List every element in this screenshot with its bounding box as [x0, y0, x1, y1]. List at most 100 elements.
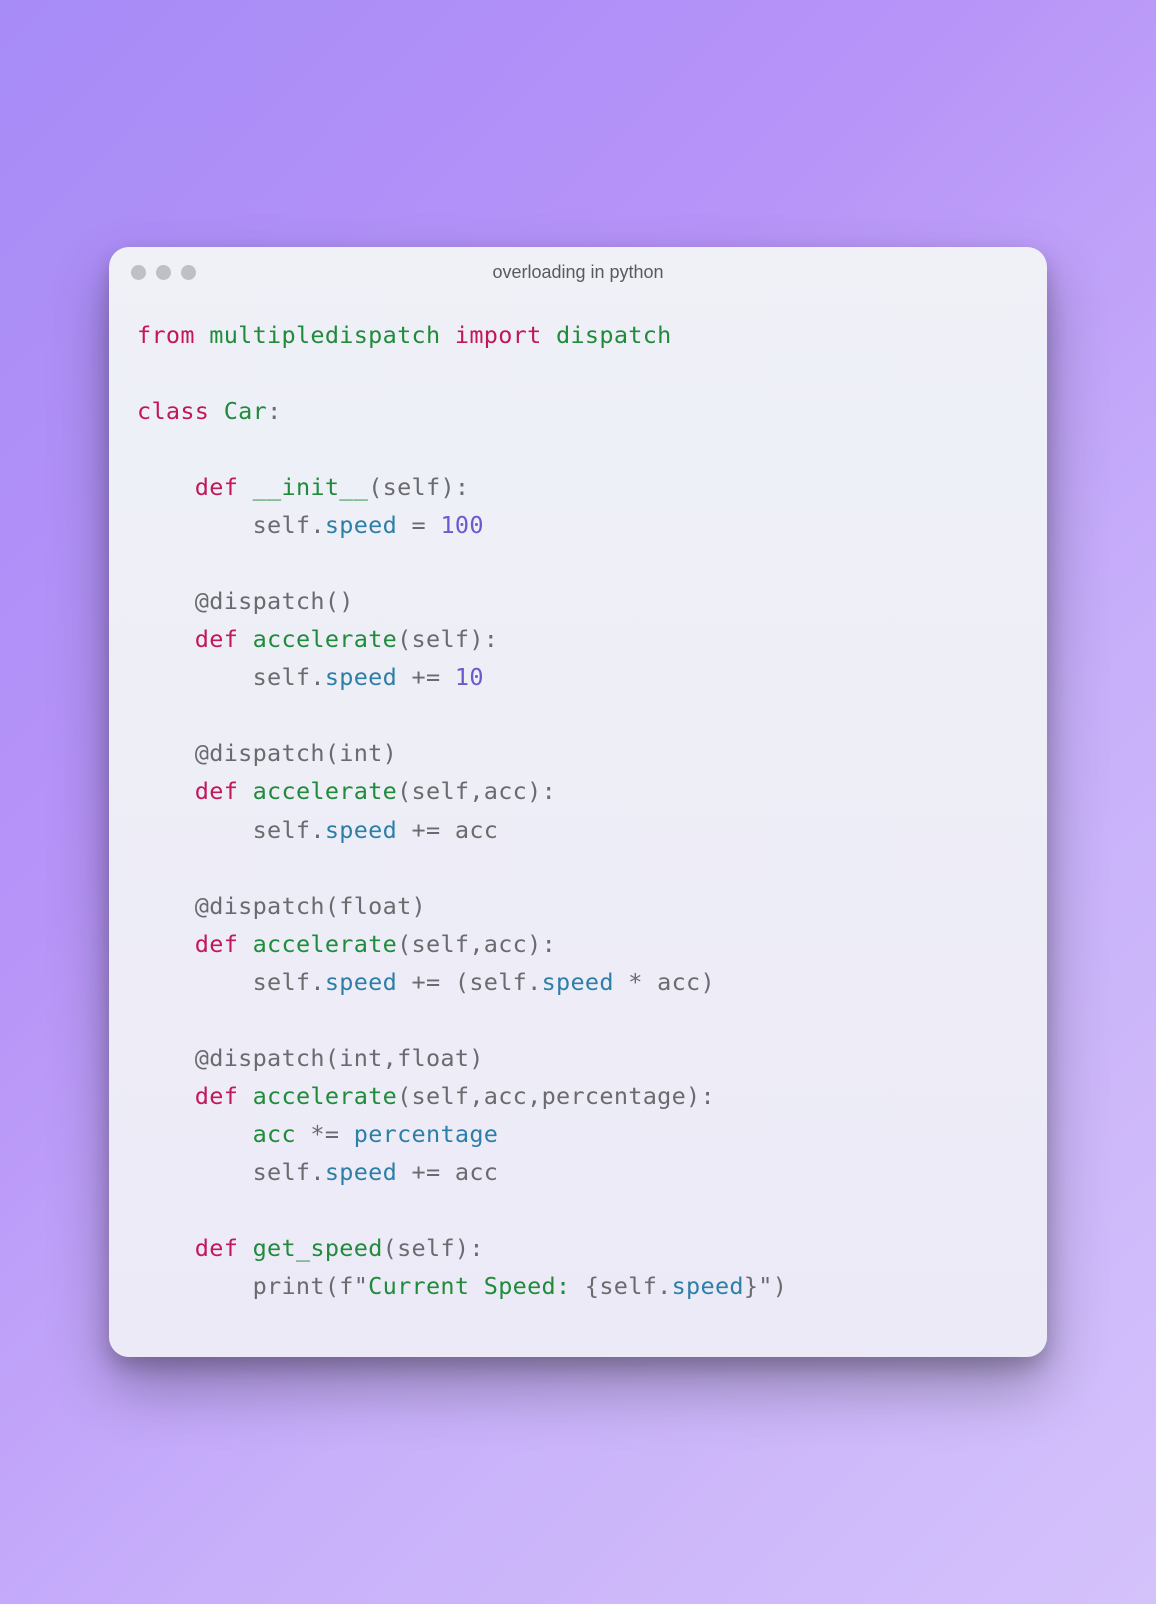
code-line: class Car: [137, 392, 1019, 430]
code-token: speed [325, 663, 397, 691]
code-token: : [267, 397, 281, 425]
code-line: @dispatch() [137, 582, 1019, 620]
code-token: @dispatch(float) [137, 892, 426, 920]
code-token: += [397, 663, 455, 691]
code-token: += acc [397, 816, 498, 844]
code-token: percentage [354, 1120, 498, 1148]
code-token: def [195, 473, 238, 501]
code-token: multipledispatch [209, 321, 440, 349]
code-token: self. [137, 511, 325, 539]
code-token: accelerate [253, 777, 397, 805]
code-line: self.speed += (self.speed * acc) [137, 963, 1019, 1001]
code-token: Car [224, 397, 267, 425]
code-token: @dispatch(int) [137, 739, 397, 767]
code-token [238, 930, 252, 958]
code-token: from [137, 321, 195, 349]
code-token [137, 625, 195, 653]
code-line: acc *= percentage [137, 1115, 1019, 1153]
code-line [137, 1001, 1019, 1039]
code-token [209, 397, 223, 425]
code-line: print(f"Current Speed: {self.speed}") [137, 1267, 1019, 1305]
code-token: import [455, 321, 542, 349]
code-token [137, 930, 195, 958]
close-icon[interactable] [131, 265, 146, 280]
code-line [137, 696, 1019, 734]
code-token: @dispatch() [137, 587, 354, 615]
code-token: speed [325, 1158, 397, 1186]
code-token: speed [542, 968, 614, 996]
code-token: = [397, 511, 440, 539]
code-token [137, 473, 195, 501]
code-line: self.speed += acc [137, 811, 1019, 849]
code-line: self.speed += 10 [137, 658, 1019, 696]
code-token [137, 1082, 195, 1110]
minimize-icon[interactable] [156, 265, 171, 280]
code-token: += acc [397, 1158, 498, 1186]
code-token: 100 [440, 511, 483, 539]
code-token: (self,acc): [397, 777, 556, 805]
code-editor: from multipledispatch import dispatch cl… [109, 298, 1047, 1358]
code-token: dispatch [556, 321, 672, 349]
code-line: @dispatch(float) [137, 887, 1019, 925]
code-line [137, 354, 1019, 392]
code-line: self.speed = 100 [137, 506, 1019, 544]
code-line: self.speed += acc [137, 1153, 1019, 1191]
code-token: (self,acc): [397, 930, 556, 958]
code-token: self. [137, 1158, 325, 1186]
code-line [137, 544, 1019, 582]
code-token [238, 777, 252, 805]
code-line: def accelerate(self): [137, 620, 1019, 658]
code-token [137, 777, 195, 805]
code-token: (self): [397, 625, 498, 653]
code-token: def [195, 625, 238, 653]
code-token [542, 321, 556, 349]
code-token: print(f" [137, 1272, 368, 1300]
code-token: {self. [585, 1272, 672, 1300]
code-line: def accelerate(self,acc,percentage): [137, 1077, 1019, 1115]
code-line [137, 1191, 1019, 1229]
code-token: self. [137, 968, 325, 996]
code-token: accelerate [253, 930, 397, 958]
code-token: __init__ [253, 473, 369, 501]
code-token [137, 1120, 253, 1148]
code-token: self. [137, 816, 325, 844]
code-line [137, 849, 1019, 887]
code-token: accelerate [253, 1082, 397, 1110]
code-token: def [195, 1234, 238, 1262]
code-token: def [195, 930, 238, 958]
code-token [137, 1234, 195, 1262]
code-token: 10 [455, 663, 484, 691]
code-token: class [137, 397, 209, 425]
code-token [238, 473, 252, 501]
code-line [137, 430, 1019, 468]
code-line: @dispatch(int) [137, 734, 1019, 772]
code-token: *= [296, 1120, 354, 1148]
code-token [238, 1234, 252, 1262]
code-token: def [195, 777, 238, 805]
code-token: speed [672, 1272, 744, 1300]
code-token: (self): [368, 473, 469, 501]
window-title: overloading in python [109, 262, 1047, 283]
code-line: def accelerate(self,acc): [137, 772, 1019, 810]
code-token: (self,acc,percentage): [397, 1082, 715, 1110]
maximize-icon[interactable] [181, 265, 196, 280]
code-line: @dispatch(int,float) [137, 1039, 1019, 1077]
code-token: @dispatch(int,float) [137, 1044, 484, 1072]
code-line: def get_speed(self): [137, 1229, 1019, 1267]
code-token [238, 1082, 252, 1110]
code-token: get_speed [253, 1234, 383, 1262]
code-token: self. [137, 663, 325, 691]
code-line: def __init__(self): [137, 468, 1019, 506]
titlebar: overloading in python [109, 247, 1047, 298]
code-line: from multipledispatch import dispatch [137, 316, 1019, 354]
code-token: speed [325, 816, 397, 844]
code-token: Current Speed: [368, 1272, 585, 1300]
traffic-lights [131, 265, 196, 280]
code-token: speed [325, 511, 397, 539]
code-token: speed [325, 968, 397, 996]
code-token: += (self. [397, 968, 541, 996]
code-token [195, 321, 209, 349]
code-token: * acc) [614, 968, 715, 996]
code-token [440, 321, 454, 349]
code-token: }") [744, 1272, 787, 1300]
